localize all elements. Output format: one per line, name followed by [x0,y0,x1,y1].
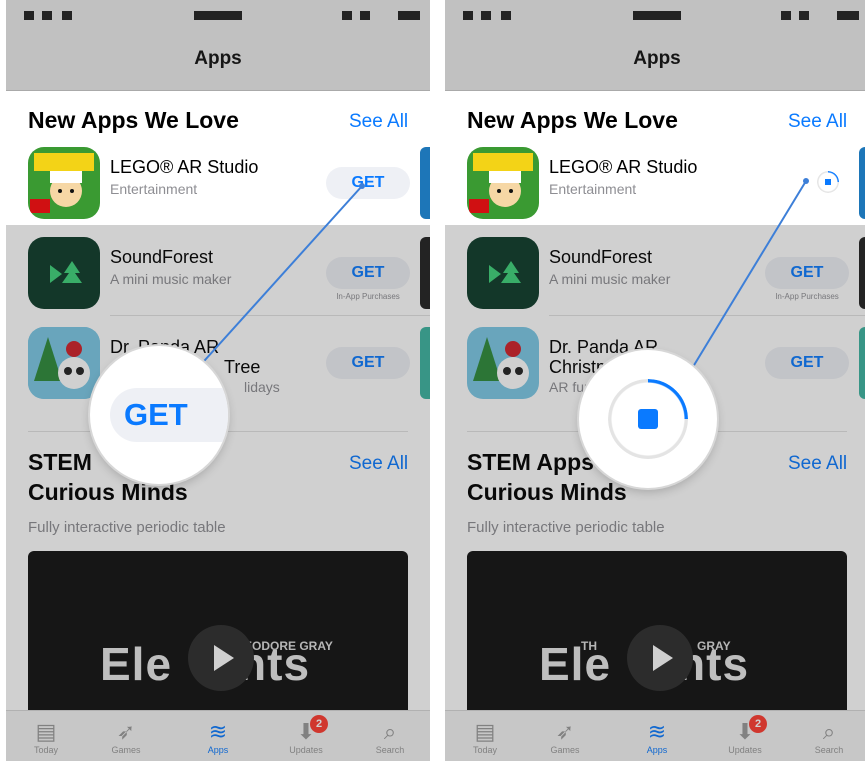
tab-search[interactable]: ⌕ Search [360,719,420,755]
apps-icon: ≋ [208,719,228,744]
soundforest-app-icon [28,237,100,309]
app-name-soundforest: SoundForest [110,247,214,267]
video-small-text: GRAY [697,639,731,653]
get-button-soundforest[interactable]: GET [326,257,410,289]
app-name-soundforest: SoundForest [549,247,653,267]
app-category-lego: Entertainment [549,181,637,197]
app-subtitle-dr-panda: lidays [244,379,280,395]
next-app-peek [859,237,865,309]
stem-subtitle: Fully interactive periodic table [467,519,665,536]
tab-games[interactable]: ➶ Games [535,719,595,755]
app-row-dr-panda[interactable]: Dr. Panda AR Tree lidays GET [28,327,430,407]
tab-updates[interactable]: ⬇ 2 Updates [276,715,336,755]
app-category-lego: Entertainment [110,181,198,197]
tab-apps[interactable]: ≋ Apps [188,719,248,755]
highlighted-row: New Apps We Love See All LEGO® AR Studio… [445,91,865,225]
lego-app-icon [467,147,539,219]
page-title: Apps [194,48,242,69]
today-icon: ▤ [35,719,57,744]
next-app-peek [420,147,430,219]
tab-bar: ▤ Today ➶ Games ≋ Apps ⬇ 2 Updates ⌕ Search [6,710,430,761]
app-row-soundforest[interactable]: SoundForest A mini music maker GET In-Ap… [467,237,865,317]
dr-panda-app-icon [28,327,100,399]
stop-download-icon [825,179,831,185]
search-icon: ⌕ [822,719,836,744]
app-name-dr-panda-line2: Tree [224,357,261,377]
app-subtitle-soundforest: A mini music maker [110,271,232,287]
dr-panda-app-icon [467,327,539,399]
tab-today[interactable]: ▤ Today [16,719,76,755]
section-title-new-apps-highlight: New Apps We Love [28,107,239,133]
next-app-peek [859,147,865,219]
status-bar [445,0,865,28]
stem-subtitle: Fully interactive periodic table [28,519,226,536]
see-all-highlight[interactable]: See All [788,111,847,133]
tab-today[interactable]: ▤ Today [455,719,515,755]
magnifier-progress [579,350,717,488]
tab-apps[interactable]: ≋ Apps [627,719,687,755]
app-name-lego: LEGO® AR Studio [110,157,259,177]
tab-games[interactable]: ➶ Games [96,719,156,755]
app-row-lego-highlight[interactable]: LEGO® AR Studio Entertainment [467,147,865,227]
section-title-stem: STEM [28,449,92,475]
soundforest-app-icon [467,237,539,309]
get-button-soundforest[interactable]: GET [765,257,849,289]
section-title-stem-line2: Curious Minds [467,479,627,505]
get-button-dr-panda[interactable]: GET [765,347,849,379]
play-icon[interactable] [627,625,693,691]
app-name-lego: LEGO® AR Studio [549,157,698,177]
see-all-stem-link[interactable]: See All [788,453,847,475]
section-title-new-apps-highlight: New Apps We Love [467,107,678,133]
get-button-dr-panda[interactable]: GET [326,347,410,379]
row-separator [549,315,865,316]
navigation-bar: Apps [6,28,430,91]
video-small-text-left: TH [581,639,597,653]
page-title: Apps [633,48,681,69]
status-bar [6,0,430,28]
updates-badge: 2 [749,715,767,733]
today-icon: ▤ [474,719,496,744]
app-row-lego-highlight[interactable]: LEGO® AR Studio Entertainment GET [28,147,430,227]
navigation-bar: Apps [445,28,865,91]
next-app-peek [420,237,430,309]
lego-app-icon [28,147,100,219]
magnified-get-button: GET [110,388,228,442]
in-app-purchases-note: In-App Purchases [336,292,400,301]
highlighted-row: New Apps We Love See All LEGO® AR Studio… [6,91,430,225]
stop-download-icon-magnified [638,409,658,429]
search-icon: ⌕ [383,719,397,744]
games-icon: ➶ [116,719,136,744]
get-button-lego-highlight[interactable]: GET [326,167,410,199]
left-screenshot: Apps New Apps We Love See All LEGO® AR S… [6,0,430,761]
in-app-purchases-note: In-App Purchases [775,292,839,301]
games-icon: ➶ [555,719,575,744]
section-title-stem: STEM Apps [467,449,594,475]
tab-search[interactable]: ⌕ Search [799,719,859,755]
updates-badge: 2 [310,715,328,733]
see-all-highlight[interactable]: See All [349,111,408,133]
app-subtitle-soundforest: A mini music maker [549,271,671,287]
row-separator [110,315,430,316]
magnifier-get: GET [90,346,228,484]
tab-updates[interactable]: ⬇ 2 Updates [715,715,775,755]
apps-icon: ≋ [647,719,667,744]
right-screenshot: Apps SoundForest A mini music maker GET … [445,0,865,761]
next-app-peek [859,327,865,399]
app-row-soundforest[interactable]: SoundForest A mini music maker GET In-Ap… [28,237,430,317]
next-app-peek [420,327,430,399]
see-all-stem-link[interactable]: See All [349,453,408,475]
tab-bar: ▤ Today ➶ Games ≋ Apps ⬇ 2 Updates ⌕ Search [445,710,865,761]
play-icon[interactable] [188,625,254,691]
